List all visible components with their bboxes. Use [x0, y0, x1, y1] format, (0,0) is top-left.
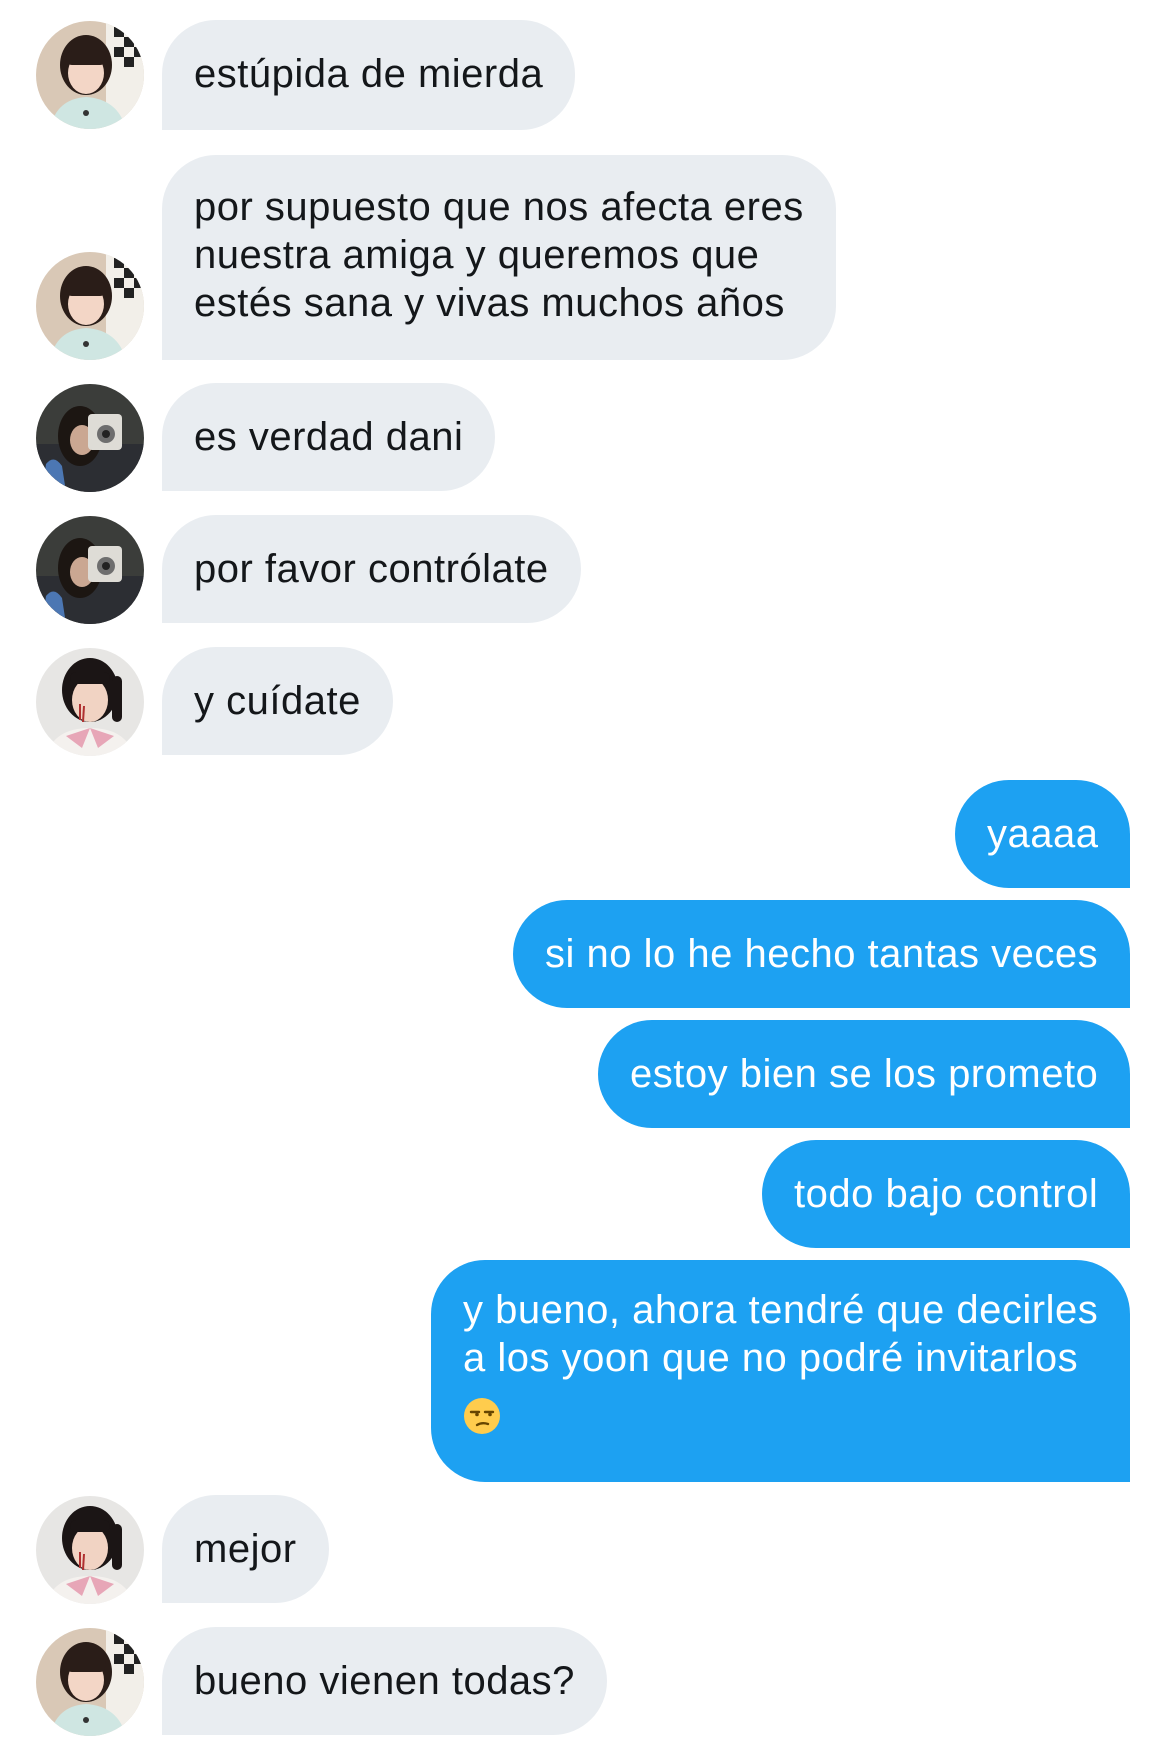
message-text: es verdad dani: [194, 415, 464, 459]
message-text: mejor: [194, 1527, 297, 1571]
message-thread: estúpida de mierda por supuesto que nos …: [0, 0, 1170, 1740]
message-bubble[interactable]: por favor contrólate: [162, 515, 581, 623]
message-text: y cuídate: [194, 679, 361, 723]
message-bubble[interactable]: y cuídate: [162, 647, 393, 755]
avatar-a-icon[interactable]: [36, 21, 144, 129]
message-text-line: a los yoon que no podré invitarlos: [463, 1336, 1079, 1380]
message-bubble[interactable]: es verdad dani: [162, 383, 496, 491]
message-bubble[interactable]: por supuesto que nos afecta eres nuestra…: [162, 155, 836, 360]
avatar-b-icon[interactable]: [36, 516, 144, 624]
message-text: por favor contrólate: [194, 547, 549, 591]
message-text: todo bajo control: [794, 1172, 1099, 1216]
message-bubble[interactable]: bueno vienen todas?: [162, 1627, 607, 1735]
avatar-c-icon[interactable]: [36, 648, 144, 756]
avatar-a-icon[interactable]: [36, 1628, 144, 1736]
message-bubble[interactable]: y bueno, ahora tendré que decirles a los…: [431, 1260, 1131, 1482]
message-text-line: nuestra amiga y queremos que: [194, 233, 760, 277]
message-text: bueno vienen todas?: [194, 1659, 575, 1703]
avatar-c-icon[interactable]: [36, 1496, 144, 1604]
message-text: estoy bien se los prometo: [630, 1052, 1099, 1096]
emoji-row: [463, 1382, 1098, 1446]
message-bubble[interactable]: estúpida de mierda: [162, 20, 576, 130]
message-bubble[interactable]: yaaaa: [955, 780, 1131, 888]
message-bubble[interactable]: todo bajo control: [762, 1140, 1131, 1248]
message-text-line: por supuesto que nos afecta eres: [194, 185, 804, 229]
message-text: yaaaa: [987, 812, 1099, 856]
message-bubble[interactable]: mejor: [162, 1495, 329, 1603]
message-text-line: estés sana y vivas muchos años: [194, 281, 785, 325]
avatar-b-icon[interactable]: [36, 384, 144, 492]
message-bubble[interactable]: estoy bien se los prometo: [598, 1020, 1131, 1128]
message-text: estúpida de mierda: [194, 52, 544, 96]
message-bubble[interactable]: si no lo he hecho tantas veces: [513, 900, 1131, 1008]
message-text: si no lo he hecho tantas veces: [545, 932, 1099, 976]
unamused-face-icon: [463, 1397, 501, 1435]
avatar-a-icon[interactable]: [36, 252, 144, 360]
message-text-line: y bueno, ahora tendré que decirles: [463, 1288, 1099, 1332]
